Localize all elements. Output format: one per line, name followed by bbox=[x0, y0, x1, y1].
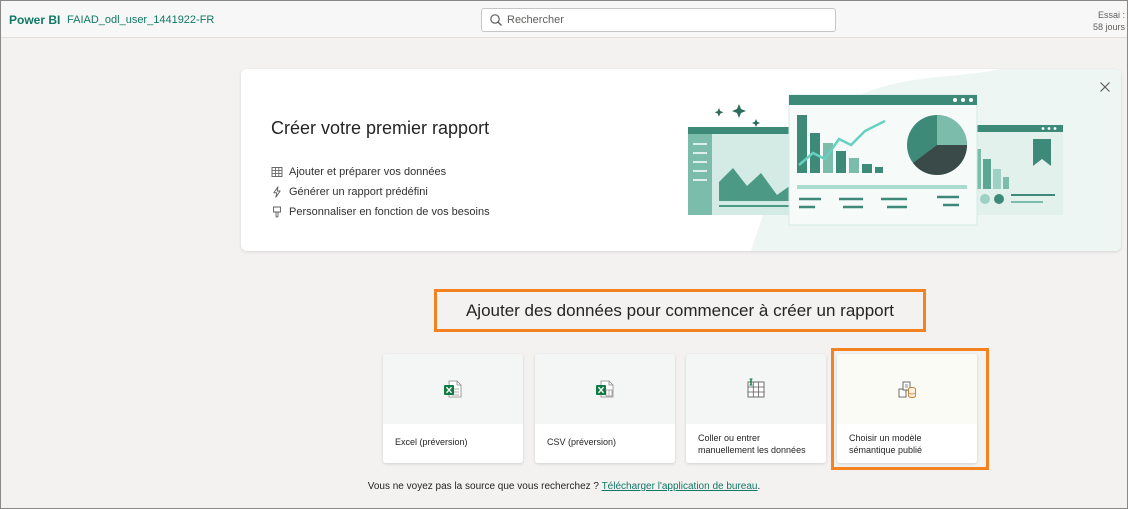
feature-item: Ajouter et préparer vos données bbox=[271, 162, 490, 182]
heading-highlight: Ajouter des données pour commencer à cré… bbox=[434, 289, 926, 332]
card-label: Coller ou entrer manuellement les donnée… bbox=[698, 433, 806, 455]
add-data-heading: Ajouter des données pour commencer à cré… bbox=[465, 300, 895, 320]
feature-item: Générer un rapport prédéfini bbox=[271, 182, 490, 202]
feature-label: Générer un rapport prédéfini bbox=[289, 186, 428, 198]
banner-title: Créer votre premier rapport bbox=[271, 118, 490, 138]
create-report-banner: Créer votre premier rapport Ajouter et p… bbox=[241, 69, 1121, 251]
source-card-semantic-model[interactable]: Choisir un modèle sémantique publié bbox=[837, 354, 977, 463]
card-label: CSV (préversion) bbox=[547, 437, 617, 447]
grid-entry-icon bbox=[747, 378, 765, 398]
source-card-manual-entry[interactable]: Coller ou entrer manuellement les donnée… bbox=[686, 354, 826, 463]
footer-text: Vous ne voyez pas la source que vous rec… bbox=[367, 481, 602, 492]
table-icon bbox=[271, 167, 283, 177]
card-label: Excel (préversion) bbox=[395, 437, 468, 447]
top-bar: Power BI FAIAD_odl_user_1441922-FR Reche… bbox=[1, 1, 1127, 38]
card-label: Choisir un modèle sémantique publié bbox=[849, 433, 923, 455]
app-brand[interactable]: Power BI bbox=[9, 13, 60, 27]
footer-end: . bbox=[757, 481, 761, 492]
excel-icon bbox=[444, 380, 462, 398]
search-placeholder: Rechercher bbox=[507, 14, 564, 26]
report-illustration bbox=[688, 94, 1063, 226]
search-icon bbox=[490, 14, 502, 26]
trial-days: 58 jours bbox=[1092, 22, 1125, 32]
source-card-excel[interactable]: Excel (préversion) bbox=[383, 354, 523, 463]
close-icon[interactable] bbox=[1099, 81, 1111, 93]
brush-icon bbox=[273, 206, 281, 218]
lightning-icon bbox=[273, 186, 281, 198]
workspace-name[interactable]: FAIAD_odl_user_1441922-FR bbox=[67, 14, 214, 26]
feature-label: Personnaliser en fonction de vos besoins bbox=[289, 206, 490, 218]
search-box[interactable]: Rechercher bbox=[481, 8, 836, 32]
feature-label: Ajouter et préparer vos données bbox=[289, 166, 447, 178]
semantic-model-icon bbox=[898, 381, 916, 398]
download-desktop-link[interactable]: Télécharger l'application de bureau bbox=[602, 481, 758, 492]
trial-label: Essai : bbox=[1097, 10, 1125, 20]
banner-feature-list: Ajouter et préparer vos données Générer … bbox=[271, 162, 490, 222]
trial-status[interactable]: Essai : 58 jours bbox=[1085, 9, 1125, 33]
csv-icon bbox=[596, 380, 614, 398]
footer-note: Vous ne voyez pas la source que vous rec… bbox=[1, 481, 1127, 492]
feature-item: Personnaliser en fonction de vos besoins bbox=[271, 202, 490, 222]
source-card-csv[interactable]: CSV (préversion) bbox=[535, 354, 675, 463]
